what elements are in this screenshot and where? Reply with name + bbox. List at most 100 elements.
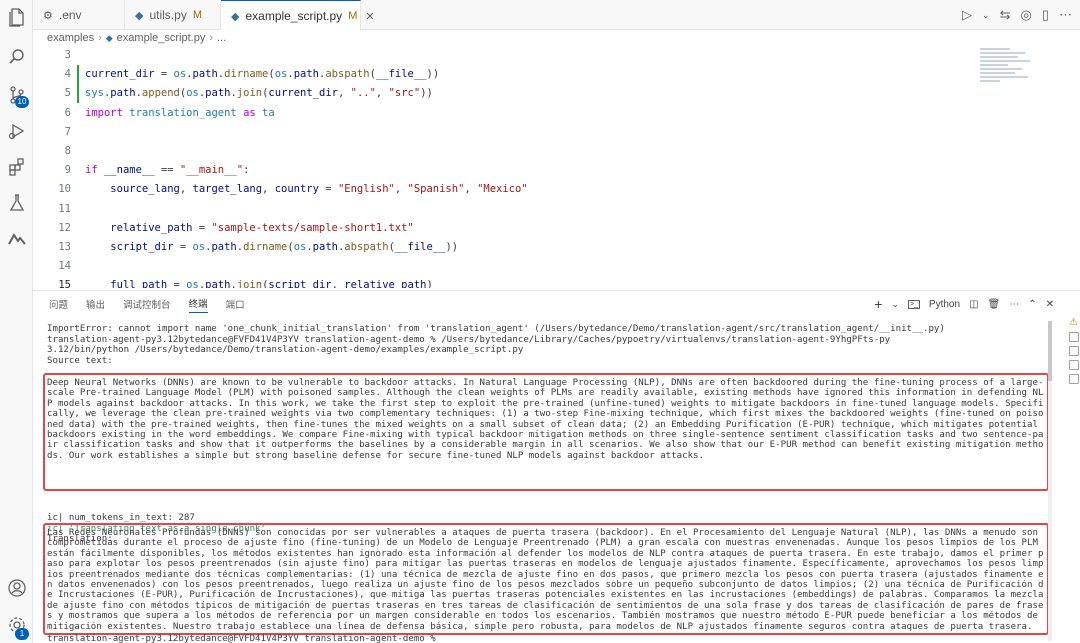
panel-actions: + ⌄ >_ Python ◫ 🗑 ⋯ ⌃ ✕ [874, 291, 1054, 317]
accounts-icon[interactable] [0, 573, 33, 603]
terminal-line: translation-agent-py3.12bytedance@FVFD41… [47, 334, 891, 345]
code-line: import translation_agent as ta [85, 106, 275, 119]
scm-badge: 10 [15, 96, 29, 108]
search-icon[interactable] [0, 42, 33, 72]
line-number: 7 [64, 125, 71, 138]
scrollbar-thumb[interactable] [1048, 321, 1052, 381]
split-editor-icon[interactable]: ▯ [1042, 7, 1049, 23]
tab-output[interactable]: 输出 [86, 297, 105, 311]
tab-ports[interactable]: 端口 [226, 297, 245, 311]
shell-label[interactable]: Python [929, 299, 960, 310]
code-line: source_lang, target_lang, country = "Eng… [110, 183, 528, 196]
explorer-icon[interactable] [0, 2, 33, 32]
tab-label: example_script.py [245, 9, 343, 23]
trash-icon[interactable]: 🗑 [988, 299, 1001, 310]
source-text: Deep Neural Networks (DNNs) are known to… [47, 378, 1044, 461]
run-debug-icon[interactable] [0, 116, 33, 146]
line-number: 6 [64, 106, 71, 119]
minimap[interactable] [980, 46, 1040, 106]
line-number: 9 [64, 164, 71, 177]
terminal-scrollbar[interactable] [1048, 321, 1052, 641]
line-number: 11 [58, 202, 71, 215]
bottom-panel: 问题 输出 调试控制台 终端 端口 + ⌄ >_ Python ◫ 🗑 ⋯ ⌃ … [33, 290, 1080, 643]
chevron-down-icon[interactable]: ⌄ [891, 299, 899, 310]
manage-gear-icon[interactable]: 1 [0, 610, 33, 640]
chevron-right-icon: › [209, 32, 213, 44]
editor-tab-bar: ⚙ .env ◆ utils.py M ◆ example_script.py … [33, 0, 1080, 31]
line-number: 14 [58, 260, 71, 273]
chevron-right-icon: › [98, 32, 102, 44]
close-icon[interactable]: ✕ [1046, 299, 1054, 310]
translation-text: Las Redes Neuronales Profundas (DNNs) so… [47, 528, 1044, 632]
terminal-line: Source text: [47, 355, 113, 366]
chevron-down-icon[interactable]: ⌄ [982, 10, 990, 21]
warning-icon[interactable]: ⚠ [1069, 317, 1079, 328]
python-icon: ◆ [135, 9, 144, 22]
code-line: if __name__ == "__main__": [85, 164, 250, 177]
line-number: 3 [64, 49, 71, 61]
tab-utils-py[interactable]: ◆ utils.py M [125, 0, 221, 30]
line-number: 10 [58, 183, 71, 196]
chevron-up-icon[interactable]: ⌃ [1028, 299, 1036, 310]
terminal-line: 3.12/bin/python /Users/bytedance/Demo/tr… [47, 345, 524, 355]
line-number: 5 [64, 87, 71, 100]
translation-text-highlight: Las Redes Neuronales Profundas (DNNs) so… [43, 523, 1049, 635]
close-icon[interactable]: ✕ [365, 10, 374, 23]
terminal-prompt: translation-agent-py3.12bytedance@FVFD41… [47, 634, 442, 643]
tab-env[interactable]: ⚙ .env [33, 0, 125, 30]
terminal-instance-icon[interactable] [1069, 360, 1079, 370]
line-number: 4 [64, 68, 71, 81]
compare-changes-icon[interactable]: ⇆ [1000, 7, 1011, 23]
python-icon: ◆ [231, 10, 240, 23]
source-text-highlight: Deep Neural Networks (DNNs) are known to… [43, 373, 1049, 491]
code-line: script_dir = os.path.dirname(os.path.abs… [110, 240, 459, 253]
tab-label: .env [58, 8, 82, 22]
terminal-instance-icon[interactable] [1069, 346, 1079, 356]
source-control-icon[interactable]: 10 [0, 80, 33, 110]
terminal-line: ic| num_tokens_in_text: 287 [47, 513, 195, 523]
accounts-badge: 1 [15, 628, 29, 640]
tab-example-script-py[interactable]: ◆ example_script.py M ✕ [221, 0, 375, 31]
remote-extension-icon[interactable] [0, 224, 33, 254]
open-changes-icon[interactable]: ◎ [1021, 7, 1032, 23]
terminal-shell-icon: >_ [907, 299, 920, 309]
tab-debug-console[interactable]: 调试控制台 [123, 297, 171, 311]
split-terminal-icon[interactable]: ◫ [969, 299, 978, 310]
code-line: current_dir = os.path.dirname(os.path.ab… [85, 68, 440, 81]
testing-flask-icon[interactable] [0, 188, 33, 218]
activity-bar: 10 1 [0, 0, 33, 643]
gear-icon: ⚙ [43, 9, 53, 22]
terminal-instance-icon[interactable] [1069, 374, 1079, 384]
code-lines: current_dir = os.path.dirname(os.path.ab… [85, 46, 985, 288]
line-number-current: 15 [58, 279, 71, 288]
terminal-instance-icon[interactable] [1069, 332, 1079, 342]
tab-terminal[interactable]: 终端 [188, 296, 208, 313]
code-line: sys.path.append(os.path.join(current_dir… [85, 87, 433, 100]
breadcrumb-file[interactable]: example_script.py [117, 32, 206, 44]
git-modified-indicator [77, 65, 79, 103]
terminal-prompt-area[interactable]: translation-agent-py3.12bytedance@FVFD41… [47, 634, 1047, 643]
more-actions-icon[interactable]: ⋯ [1009, 299, 1019, 310]
code-line: relative_path = "sample-texts/sample-sho… [110, 221, 414, 234]
terminal-line: ImportError: cannot import name 'one_chu… [47, 324, 945, 334]
breadcrumb: examples › ◆ example_script.py › ... [33, 30, 1080, 46]
terminal-output[interactable]: ImportError: cannot import name 'one_chu… [47, 324, 1047, 366]
modified-indicator: M [348, 10, 358, 22]
more-actions-icon[interactable]: ⋯ [1059, 7, 1072, 23]
breadcrumb-symbol[interactable]: ... [217, 32, 226, 44]
line-number: 8 [64, 144, 71, 157]
code-editor[interactable]: 3 4 5 6 7 8 9 10 11 12 13 14 15 16 17 18… [33, 46, 1080, 288]
python-icon: ◆ [105, 32, 113, 43]
code-line-current: full_path = os.path.join(script_dir, rel… [110, 279, 433, 288]
breadcrumb-folder[interactable]: examples [47, 32, 94, 44]
tab-problems[interactable]: 问题 [49, 297, 68, 311]
line-number-gutter: 3 4 5 6 7 8 9 10 11 12 13 14 15 16 17 18… [33, 46, 83, 288]
run-icon[interactable]: ▷ [962, 7, 972, 23]
extensions-icon[interactable] [0, 152, 33, 182]
new-terminal-icon[interactable]: + [874, 296, 882, 312]
